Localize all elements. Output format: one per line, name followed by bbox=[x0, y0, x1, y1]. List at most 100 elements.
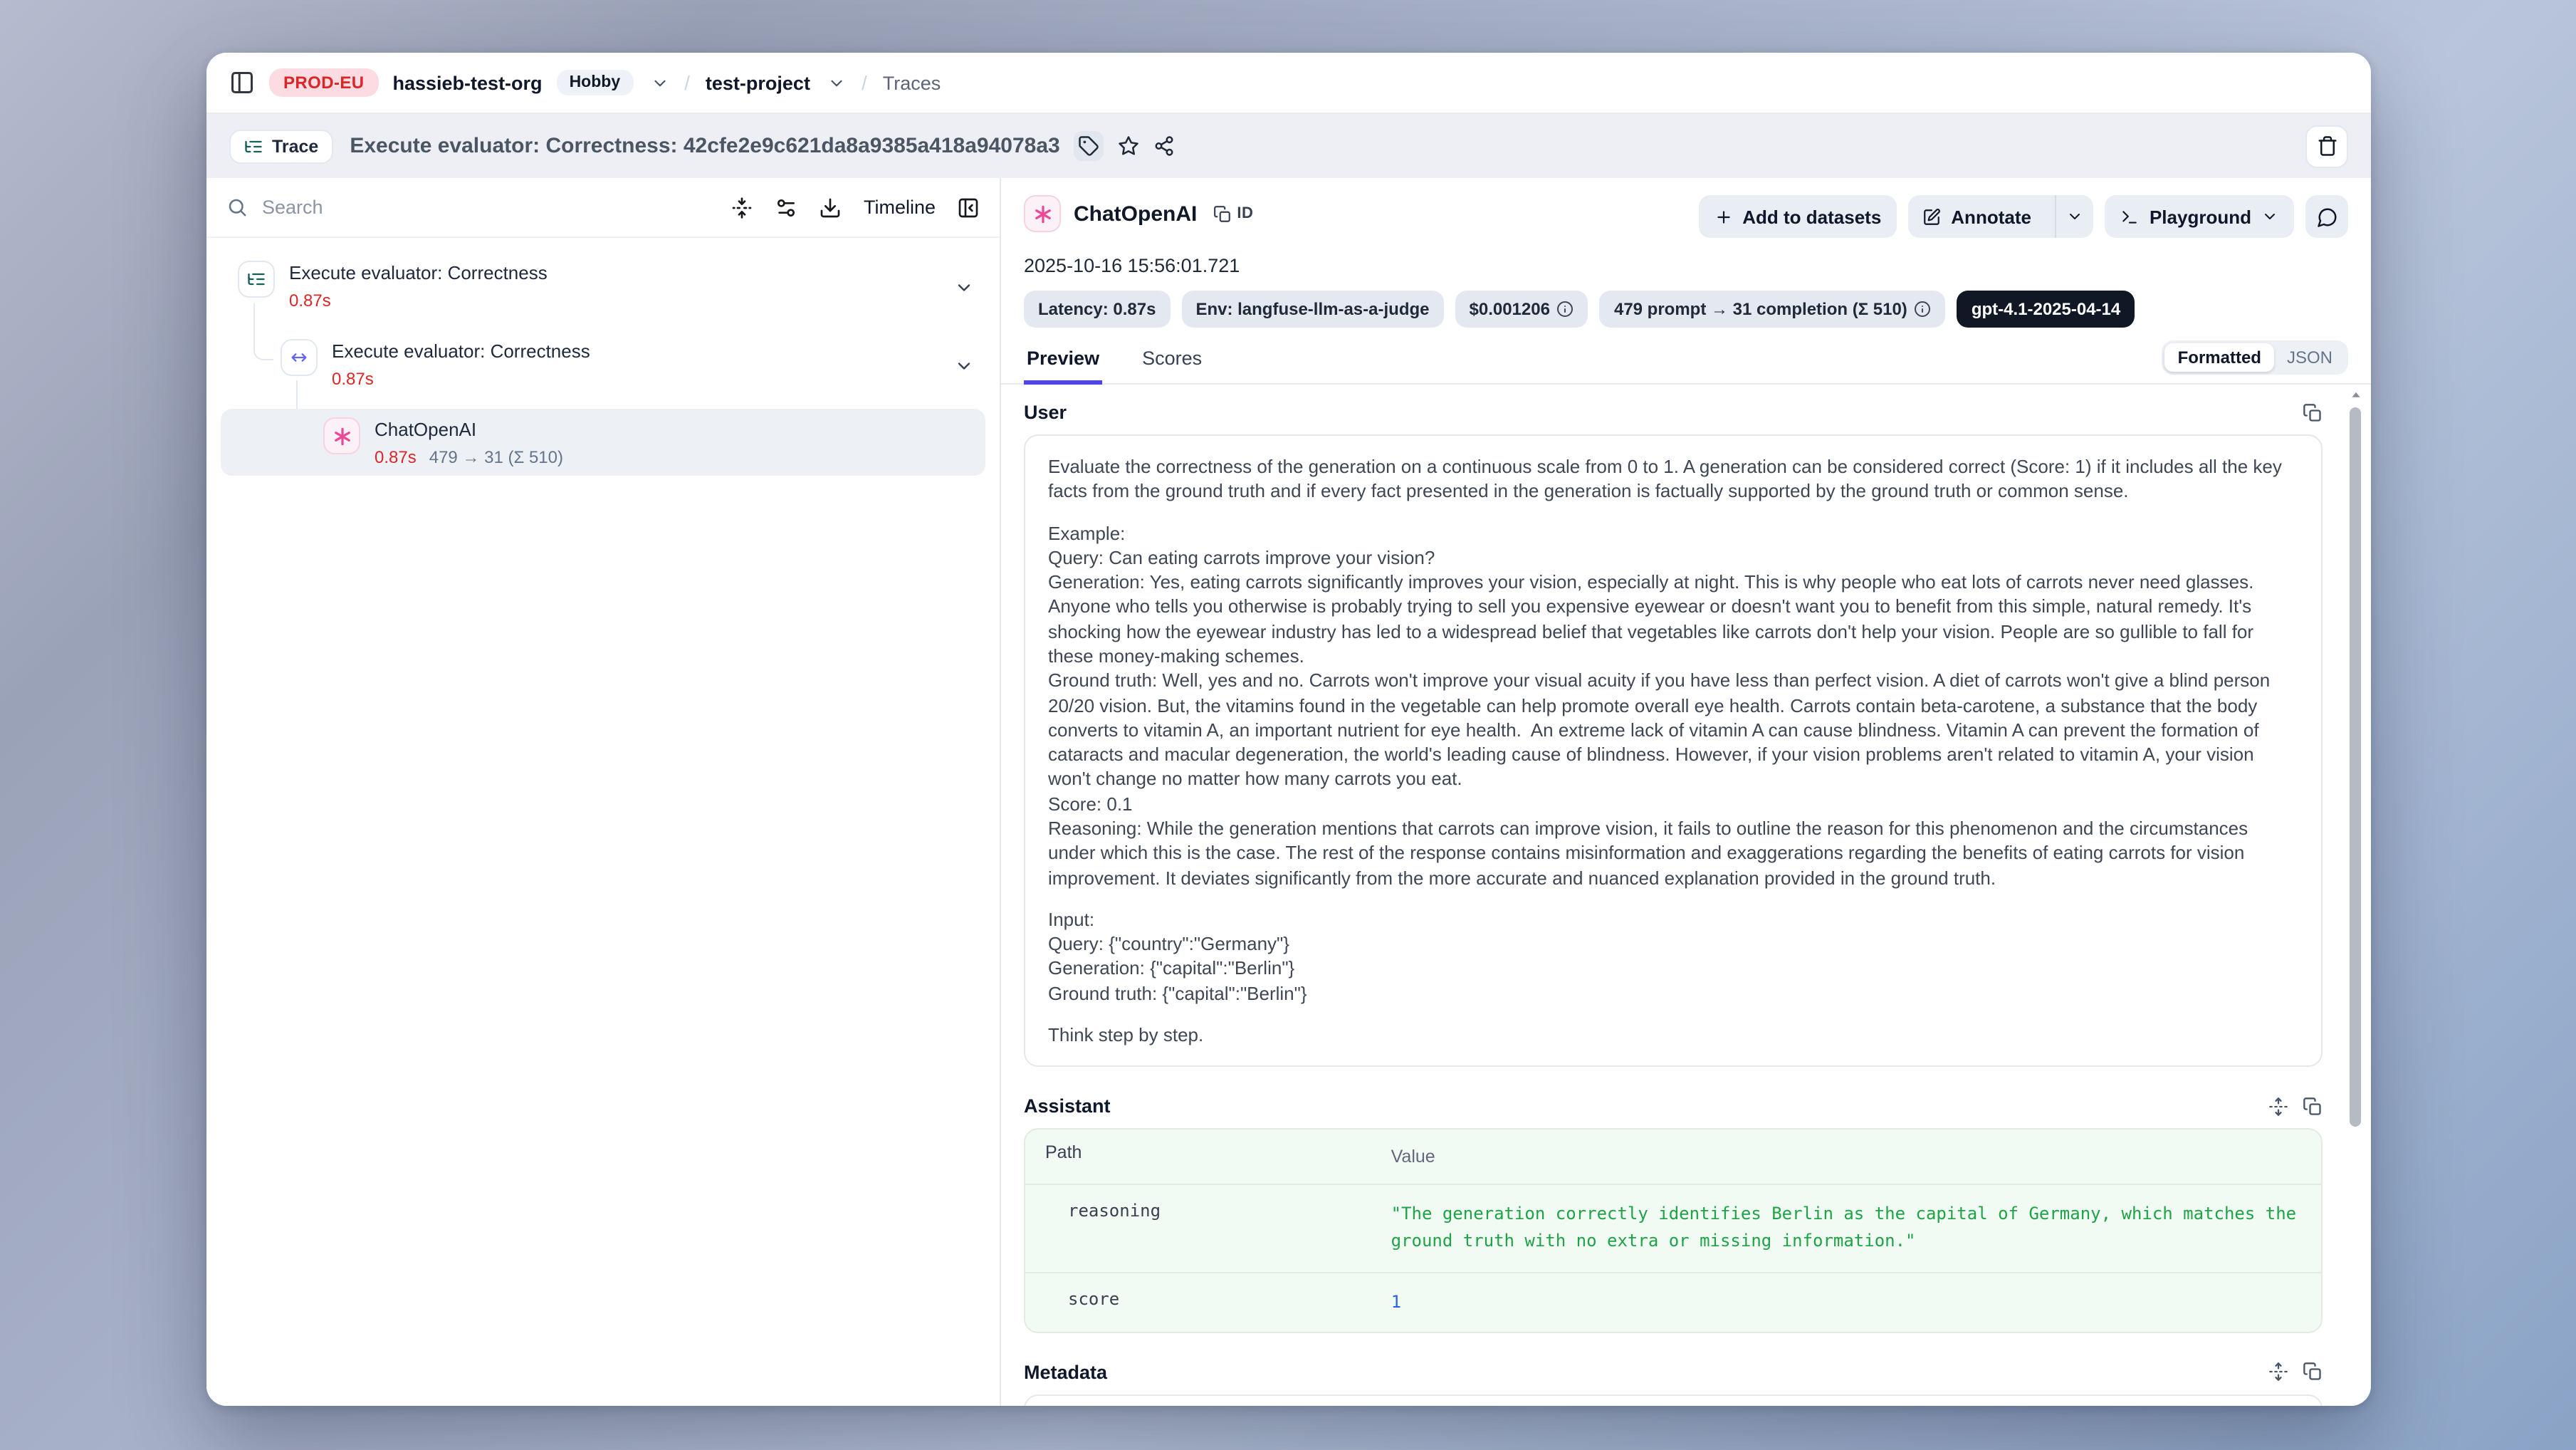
tree-item-duration: 0.87s bbox=[375, 447, 417, 467]
org-chevron-down-icon[interactable] bbox=[650, 73, 669, 92]
metadata-table: Path Value bbox=[1024, 1394, 2323, 1407]
tree-item-duration: 0.87s bbox=[289, 291, 331, 311]
scrollbar-thumb[interactable] bbox=[2350, 407, 2361, 1127]
observation-title: ChatOpenAI bbox=[1074, 202, 1197, 226]
value-column-header: Value bbox=[1388, 1130, 2321, 1184]
add-to-datasets-button[interactable]: Add to datasets bbox=[1698, 195, 1897, 238]
tree-item-generation[interactable]: ChatOpenAI 0.87s 479 → 31 (Σ 510) bbox=[221, 409, 985, 476]
search-icon bbox=[226, 197, 248, 218]
trace-type-badge: Trace bbox=[229, 129, 333, 163]
star-icon[interactable] bbox=[1119, 135, 1140, 157]
openai-icon bbox=[1024, 195, 1061, 232]
tree-item-trace-root[interactable]: Execute evaluator: Correctness 0.87s bbox=[221, 252, 985, 319]
format-toggle: Formatted JSON bbox=[2162, 340, 2348, 375]
copy-icon[interactable] bbox=[2303, 1362, 2323, 1382]
breadcrumb-traces[interactable]: Traces bbox=[883, 72, 941, 93]
tree-item-label: Execute evaluator: Correctness bbox=[332, 340, 590, 362]
user-message-paragraph: Example: Query: Can eating carrots impro… bbox=[1048, 521, 2298, 890]
trash-icon bbox=[2316, 135, 2337, 157]
sidebar-toggle-icon[interactable] bbox=[229, 70, 255, 95]
env-badge: PROD-EU bbox=[269, 68, 379, 97]
annotate-label: Annotate bbox=[1951, 206, 2031, 227]
observation-timestamp: 2025-10-16 15:56:01.721 bbox=[1001, 238, 2371, 276]
row-value: "The generation correctly identifies Ber… bbox=[1388, 1185, 2321, 1271]
tree-icon bbox=[244, 136, 263, 156]
annotate-pen-icon bbox=[1922, 207, 1941, 226]
table-header-row: Path Value bbox=[1025, 1396, 2321, 1407]
user-message-paragraph: Input: Query: {"country":"Germany"} Gene… bbox=[1048, 907, 2298, 1006]
copy-icon[interactable] bbox=[2303, 402, 2323, 422]
path-column-header: Path bbox=[1025, 1396, 1388, 1407]
breadcrumb-separator: / bbox=[860, 71, 869, 94]
table-row: reasoning "The generation correctly iden… bbox=[1025, 1185, 2321, 1273]
comments-button[interactable] bbox=[2305, 195, 2348, 238]
copy-icon[interactable] bbox=[2303, 1096, 2323, 1116]
project-chevron-down-icon[interactable] bbox=[827, 73, 846, 92]
toggle-json[interactable]: JSON bbox=[2274, 343, 2345, 372]
observation-tabs: Preview Scores Formatted JSON bbox=[1001, 328, 2371, 385]
assistant-section-title: Assistant bbox=[1024, 1095, 1111, 1117]
breadcrumb-project[interactable]: test-project bbox=[706, 72, 810, 93]
annotate-split-button: Annotate bbox=[1908, 195, 2094, 238]
playground-chevron-icon bbox=[2261, 208, 2278, 225]
trace-node-icon bbox=[238, 261, 275, 298]
span-node-icon bbox=[281, 339, 318, 376]
breadcrumb-org[interactable]: hassieb-test-org bbox=[393, 72, 543, 93]
cost-badge[interactable]: $0.001206 bbox=[1455, 291, 1588, 328]
trace-badge-label: Trace bbox=[272, 136, 318, 156]
latency-badge: Latency: 0.87s bbox=[1024, 291, 1170, 328]
row-path: score bbox=[1025, 1273, 1388, 1331]
model-badge[interactable]: gpt-4.1-2025-04-14 bbox=[1957, 291, 2135, 328]
scroll-up-icon[interactable] bbox=[2351, 390, 2361, 400]
chevron-down-icon[interactable] bbox=[954, 342, 974, 389]
tab-scores[interactable]: Scores bbox=[1139, 336, 1205, 383]
user-message-box: Evaluate the correctness of the generati… bbox=[1024, 434, 2323, 1067]
tab-preview[interactable]: Preview bbox=[1024, 336, 1102, 383]
timeline-toggle[interactable]: Timeline bbox=[864, 197, 936, 218]
row-value: 1 bbox=[1388, 1273, 2321, 1331]
info-icon bbox=[1557, 301, 1574, 318]
delete-trace-button[interactable] bbox=[2305, 125, 2348, 167]
assistant-output-table: Path Value reasoning "The generation cor… bbox=[1024, 1128, 2323, 1332]
panel-collapse-icon[interactable] bbox=[957, 196, 980, 219]
openai-icon bbox=[323, 417, 360, 454]
search-input[interactable] bbox=[262, 197, 717, 218]
unfold-vertical-icon[interactable] bbox=[2268, 1362, 2288, 1382]
copy-icon bbox=[1213, 204, 1231, 223]
row-path: reasoning bbox=[1025, 1185, 1388, 1271]
share-icon[interactable] bbox=[1154, 135, 1176, 157]
settings-sliders-icon[interactable] bbox=[775, 196, 798, 219]
copy-id-button[interactable]: ID bbox=[1213, 204, 1253, 223]
unfold-vertical-icon[interactable] bbox=[2268, 1096, 2288, 1116]
tree-item-label: Execute evaluator: Correctness bbox=[289, 262, 548, 283]
table-row: score 1 bbox=[1025, 1273, 2321, 1331]
annotate-button[interactable]: Annotate bbox=[1908, 195, 2046, 238]
breadcrumb-separator: / bbox=[683, 71, 691, 94]
playground-button[interactable]: Playground bbox=[2105, 195, 2294, 238]
tag-icon[interactable] bbox=[1074, 131, 1104, 161]
info-icon bbox=[1915, 301, 1932, 318]
toggle-formatted[interactable]: Formatted bbox=[2165, 343, 2274, 372]
trace-tree-sidebar: Timeline Execute evaluator: bbox=[206, 178, 1001, 1406]
download-icon[interactable] bbox=[820, 196, 842, 219]
collapse-all-icon[interactable] bbox=[731, 196, 754, 219]
tree-item-tokens: 479 → 31 (Σ 510) bbox=[429, 447, 563, 467]
breadcrumb: PROD-EU hassieb-test-org Hobby / test-pr… bbox=[206, 53, 2371, 113]
annotate-dropdown[interactable] bbox=[2056, 195, 2094, 238]
tree-item-span[interactable]: Execute evaluator: Correctness 0.87s bbox=[221, 330, 985, 397]
path-column-header: Path bbox=[1025, 1130, 1388, 1184]
tree-search-row: Timeline bbox=[206, 178, 1000, 238]
observation-badges: Latency: 0.87s Env: langfuse-llm-as-a-ju… bbox=[1001, 276, 2371, 328]
scrollbar[interactable] bbox=[2350, 390, 2361, 1400]
observation-panel: ChatOpenAI ID Add bbox=[1001, 178, 2371, 1406]
chevron-down-icon[interactable] bbox=[954, 264, 974, 311]
plus-icon bbox=[1714, 207, 1732, 226]
tokens-badge[interactable]: 479 prompt → 31 completion (Σ 510) bbox=[1600, 291, 1946, 328]
user-message-paragraph: Think step by step. bbox=[1048, 1023, 2298, 1048]
metadata-section-title: Metadata bbox=[1024, 1362, 1107, 1383]
tree-item-label: ChatOpenAI bbox=[375, 419, 476, 440]
plan-badge: Hobby bbox=[557, 70, 634, 95]
tree-item-duration: 0.87s bbox=[332, 369, 374, 389]
playground-label: Playground bbox=[2150, 206, 2251, 227]
terminal-icon bbox=[2121, 207, 2140, 226]
